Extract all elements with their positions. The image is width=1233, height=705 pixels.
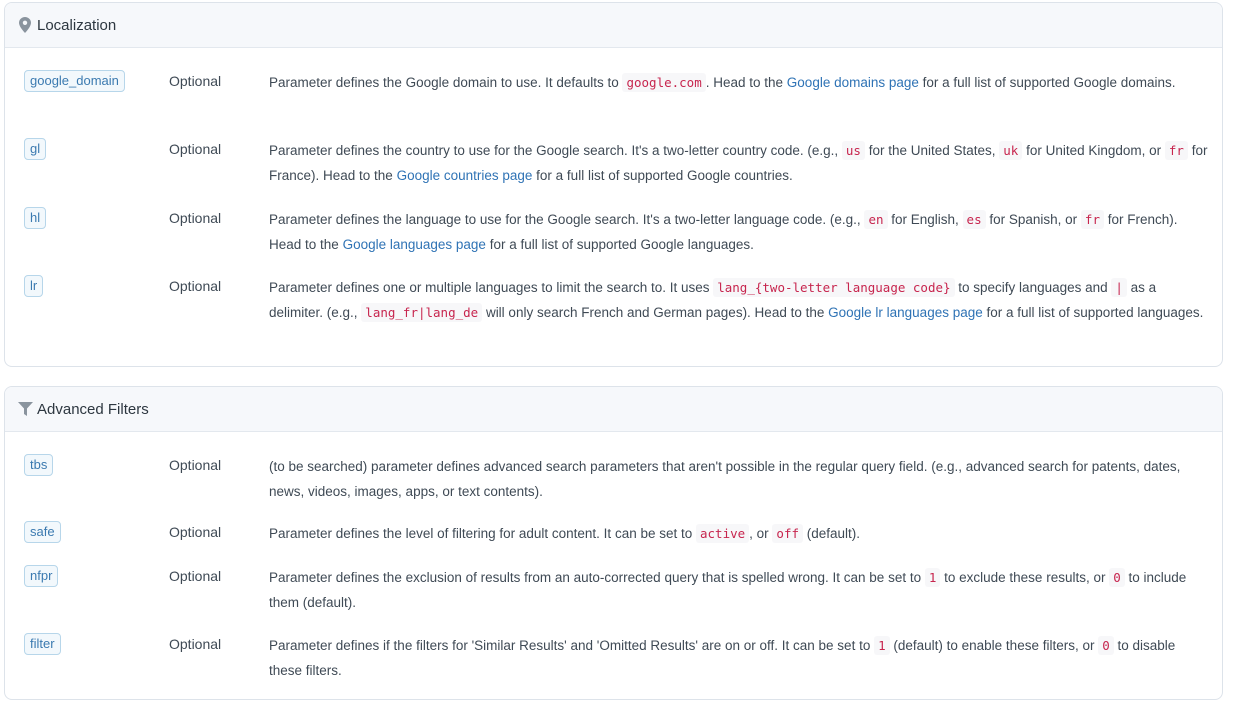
param-requirement: Optional xyxy=(169,568,222,584)
description-text: for a full list of supported Google coun… xyxy=(532,168,793,183)
param-requirement: Optional xyxy=(169,141,222,157)
description-text: to exclude these results, or xyxy=(940,570,1110,585)
param-description: Parameter defines the exclusion of resul… xyxy=(269,565,1209,615)
param-requirement: Optional xyxy=(169,278,222,294)
param-name-google_domain: google_domain xyxy=(24,70,125,92)
param-requirement: Optional xyxy=(169,210,222,226)
inline-code: 0 xyxy=(1109,568,1125,587)
inline-code: en xyxy=(864,210,888,229)
param-description: Parameter defines the level of filtering… xyxy=(269,521,1209,546)
inline-code: 1 xyxy=(924,568,941,587)
localization-panel: Localization google_domain Optional Parame… xyxy=(4,2,1223,367)
param-name-hl: hl xyxy=(24,207,47,229)
description-text: will only search French and German pages… xyxy=(482,305,829,320)
param-name-lr: lr xyxy=(24,275,44,297)
description-text: Parameter defines one or multiple langua… xyxy=(269,280,714,295)
location-pin-icon xyxy=(17,16,33,34)
inline-code: off xyxy=(772,524,803,543)
description-text: Parameter defines the language to use fo… xyxy=(269,212,865,227)
inline-code: lang_fr|lang_de xyxy=(361,303,483,322)
description-text: for Spanish, or xyxy=(985,212,1081,227)
localization-title: Localization xyxy=(37,16,117,34)
param-description: Parameter defines the country to use for… xyxy=(269,138,1209,188)
inline-code: es xyxy=(962,210,986,229)
param-name-filter: filter xyxy=(24,633,61,655)
description-text: (default). xyxy=(803,526,861,541)
param-description: Parameter defines if the filters for 'Si… xyxy=(269,633,1209,683)
inline-code: | xyxy=(1111,278,1127,297)
description-text: . Head to the xyxy=(705,75,787,90)
param-description: Parameter defines the language to use fo… xyxy=(269,207,1209,257)
param-name-nfpr: nfpr xyxy=(24,565,59,587)
inline-code: us xyxy=(841,141,865,160)
inline-code: lang_{two-letter language code} xyxy=(713,278,955,297)
description-text: (default) to enable these filters, or xyxy=(889,638,1099,653)
doc-link[interactable]: Google lr languages page xyxy=(828,305,983,320)
doc-link[interactable]: Google domains page xyxy=(787,75,919,90)
param-description: Parameter defines the Google domain to u… xyxy=(269,70,1209,95)
inline-code: fr xyxy=(1164,141,1188,160)
param-requirement: Optional xyxy=(169,636,222,652)
param-description: Parameter defines one or multiple langua… xyxy=(269,275,1209,325)
description-text: for a full list of supported Google lang… xyxy=(485,237,754,252)
param-requirement: Optional xyxy=(169,524,222,540)
inline-code: google.com xyxy=(622,73,706,92)
inline-code: uk xyxy=(999,141,1023,160)
description-text: Parameter defines the country to use for… xyxy=(269,143,842,158)
inline-code: active xyxy=(696,524,750,543)
param-name-safe: safe xyxy=(24,521,61,543)
description-text: for a full list of supported languages. xyxy=(982,305,1204,320)
param-description: (to be searched) parameter defines advan… xyxy=(269,454,1209,504)
advanced-filters-title: Advanced Filters xyxy=(37,400,149,418)
description-text: to specify languages and xyxy=(954,280,1112,295)
inline-code: fr xyxy=(1080,210,1104,229)
description-text: Parameter defines if the filters for 'Si… xyxy=(269,638,875,653)
filter-funnel-icon xyxy=(17,400,33,418)
param-name-tbs: tbs xyxy=(24,454,54,476)
localization-header: Localization xyxy=(5,3,1222,48)
description-text: for English, xyxy=(887,212,963,227)
doc-link[interactable]: Google countries page xyxy=(397,168,533,183)
advanced-filters-header: Advanced Filters xyxy=(5,387,1222,432)
description-text: for the United States, xyxy=(864,143,1000,158)
param-requirement: Optional xyxy=(169,73,222,89)
param-requirement: Optional xyxy=(169,457,222,473)
doc-link[interactable]: Google languages page xyxy=(343,237,486,252)
description-text: for a full list of supported Google doma… xyxy=(918,75,1176,90)
advanced-filters-panel: Advanced Filters tbs Optional (to be searc… xyxy=(4,386,1223,700)
description-text: (to be searched) parameter defines advan… xyxy=(269,459,1181,499)
param-name-gl: gl xyxy=(24,138,47,160)
description-text: for United Kingdom, or xyxy=(1022,143,1165,158)
description-text: Parameter defines the Google domain to u… xyxy=(269,75,623,90)
description-text: , or xyxy=(749,526,773,541)
description-text: Parameter defines the level of filtering… xyxy=(269,526,696,541)
inline-code: 1 xyxy=(874,636,890,655)
inline-code: 0 xyxy=(1098,636,1114,655)
description-text: Parameter defines the exclusion of resul… xyxy=(269,570,925,585)
